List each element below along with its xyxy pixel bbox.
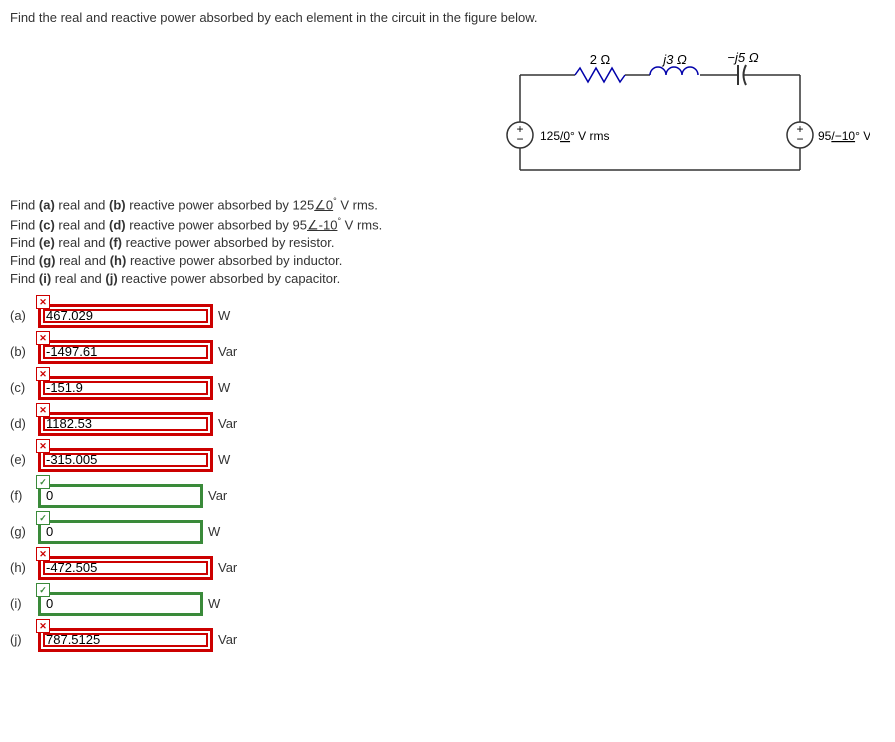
unit-label: W <box>218 452 230 467</box>
unit-label: Var <box>218 416 237 431</box>
l-label: j3 Ω <box>661 52 687 67</box>
svg-text:−: − <box>516 132 523 146</box>
answer-row-h: (h)✕Var <box>10 556 885 580</box>
answer-label: (h) <box>10 560 38 575</box>
answers-container: (a)✕W(b)✕Var(c)✕W(d)✕Var(e)✕W(f)✓Var(g)✓… <box>10 304 885 652</box>
answer-input-i[interactable] <box>38 592 203 616</box>
unit-label: Var <box>208 488 227 503</box>
answer-row-j: (j)✕Var <box>10 628 885 652</box>
c-label: −j5 Ω <box>727 50 758 65</box>
answer-row-b: (b)✕Var <box>10 340 885 364</box>
x-icon: ✕ <box>36 295 50 309</box>
answer-label: (f) <box>10 488 38 503</box>
x-icon: ✕ <box>36 547 50 561</box>
answer-label: (d) <box>10 416 38 431</box>
x-icon: ✕ <box>36 331 50 345</box>
sub-questions: Find (a) real and (b) reactive power abs… <box>10 195 885 289</box>
answer-input-g[interactable] <box>38 520 203 544</box>
answer-label: (j) <box>10 632 38 647</box>
answer-input-e[interactable] <box>38 448 213 472</box>
answer-input-h[interactable] <box>38 556 213 580</box>
x-icon: ✕ <box>36 439 50 453</box>
answer-row-i: (i)✓W <box>10 592 885 616</box>
answer-input-j[interactable] <box>38 628 213 652</box>
question-prompt: Find the real and reactive power absorbe… <box>10 10 885 25</box>
unit-label: W <box>208 524 220 539</box>
check-icon: ✓ <box>36 511 50 525</box>
answer-input-f[interactable] <box>38 484 203 508</box>
unit-label: Var <box>218 632 237 647</box>
unit-label: W <box>218 380 230 395</box>
answer-row-c: (c)✕W <box>10 376 885 400</box>
circuit-diagram: + − + − 2 Ω j3 Ω −j5 Ω 125/0° V rms 95/−… <box>480 50 870 180</box>
answer-label: (c) <box>10 380 38 395</box>
unit-label: Var <box>218 344 237 359</box>
answer-row-a: (a)✕W <box>10 304 885 328</box>
src-right-label: 95/−10° V rms <box>818 129 870 143</box>
answer-input-a[interactable] <box>38 304 213 328</box>
answer-label: (a) <box>10 308 38 323</box>
check-icon: ✓ <box>36 475 50 489</box>
answer-input-b[interactable] <box>38 340 213 364</box>
answer-row-f: (f)✓Var <box>10 484 885 508</box>
unit-label: W <box>208 596 220 611</box>
answer-row-e: (e)✕W <box>10 448 885 472</box>
unit-label: W <box>218 308 230 323</box>
answer-label: (b) <box>10 344 38 359</box>
answer-row-d: (d)✕Var <box>10 412 885 436</box>
answer-label: (i) <box>10 596 38 611</box>
unit-label: Var <box>218 560 237 575</box>
check-icon: ✓ <box>36 583 50 597</box>
svg-text:−: − <box>796 132 803 146</box>
x-icon: ✕ <box>36 367 50 381</box>
answer-label: (g) <box>10 524 38 539</box>
answer-label: (e) <box>10 452 38 467</box>
src-left-label: 125/0° V rms <box>540 129 610 143</box>
r-label: 2 Ω <box>590 52 611 67</box>
answer-input-c[interactable] <box>38 376 213 400</box>
answer-input-d[interactable] <box>38 412 213 436</box>
x-icon: ✕ <box>36 403 50 417</box>
x-icon: ✕ <box>36 619 50 633</box>
answer-row-g: (g)✓W <box>10 520 885 544</box>
